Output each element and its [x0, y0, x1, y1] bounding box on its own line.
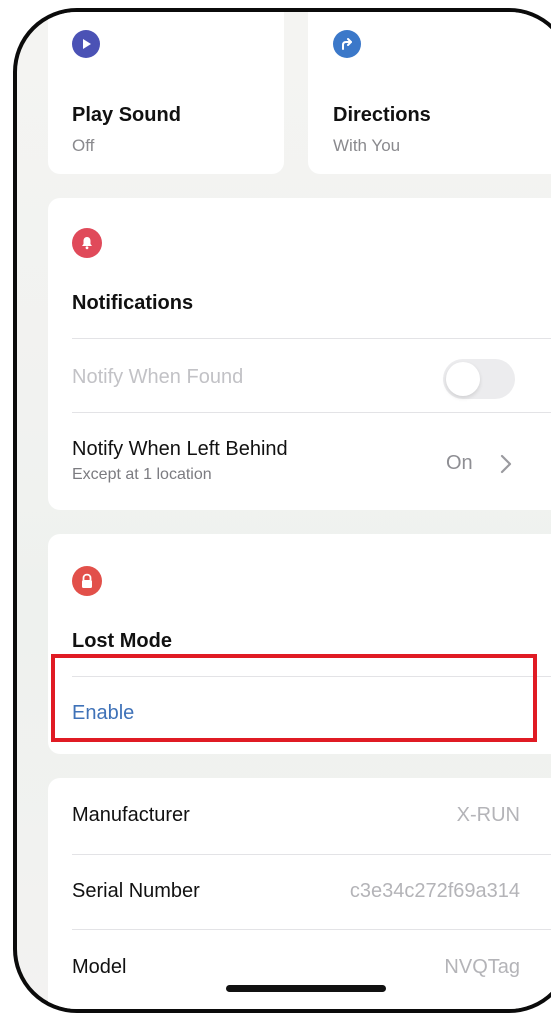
detail-row-model: Model NVQTag: [48, 930, 551, 1006]
serial-number-value: c3e34c272f69a314: [349, 880, 520, 902]
toggle-knob: [446, 362, 480, 396]
play-sound-status: Off: [72, 136, 95, 155]
play-sound-tile[interactable]: Play Sound Off: [48, 12, 284, 174]
lock-icon: [72, 566, 102, 596]
chevron-right-icon: [500, 454, 512, 479]
play-icon: [72, 30, 100, 58]
manufacturer-label: Manufacturer: [72, 804, 190, 826]
details-card: Manufacturer X-RUN Serial Number c3e34c2…: [48, 778, 551, 1009]
notify-when-left-behind-value: On: [446, 452, 473, 474]
serial-number-label: Serial Number: [72, 880, 200, 902]
manufacturer-value: X-RUN: [456, 804, 520, 826]
detail-row-manufacturer: Manufacturer X-RUN: [48, 778, 551, 854]
home-indicator: [226, 985, 386, 992]
notify-when-left-behind-row[interactable]: Notify When Left Behind Except at 1 loca…: [48, 412, 551, 508]
model-label: Model: [72, 956, 127, 978]
directions-status: With You: [333, 136, 401, 155]
highlight-box: [51, 654, 537, 742]
bell-icon: [72, 228, 102, 258]
notifications-title: Notifications: [72, 292, 194, 314]
detail-row-serial-number: Serial Number c3e34c272f69a314: [48, 855, 551, 929]
directions-title: Directions: [333, 104, 431, 126]
notify-when-found-toggle[interactable]: [443, 359, 515, 399]
lost-mode-title: Lost Mode: [72, 630, 172, 652]
play-sound-title: Play Sound: [72, 104, 181, 126]
directions-tile[interactable]: Directions With You: [308, 12, 551, 174]
directions-arrow-icon: [333, 30, 361, 58]
screen: Play Sound Off Directions With You Notif…: [17, 12, 551, 1009]
notify-when-left-behind-label: Notify When Left Behind: [72, 438, 288, 460]
notify-when-left-behind-subtitle: Except at 1 location: [72, 466, 212, 483]
model-value: NVQTag: [444, 956, 520, 978]
phone-frame: Play Sound Off Directions With You Notif…: [13, 8, 551, 1013]
divider: [72, 338, 551, 339]
notifications-card: Notifications Notify When Found Notify W…: [48, 198, 551, 510]
notify-when-found-label: Notify When Found: [72, 366, 244, 388]
